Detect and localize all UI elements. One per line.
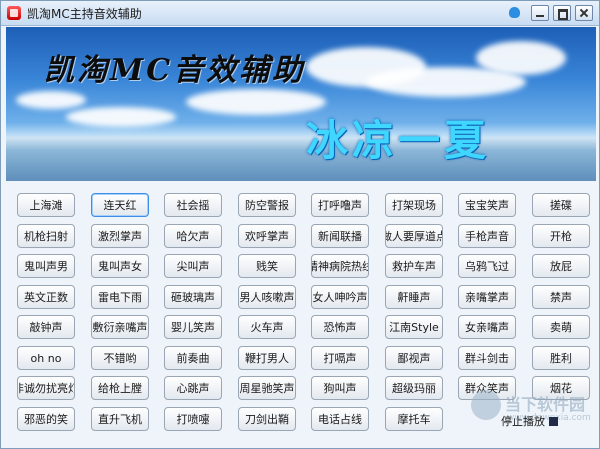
cloud-decoration [16,91,86,109]
sound-button[interactable]: 做人要厚道点 [385,224,443,248]
sound-button[interactable]: 敲钟声 [17,315,75,339]
sound-button[interactable]: 禁声 [532,285,590,309]
sound-button[interactable]: 防空警报 [238,193,296,217]
sound-button[interactable]: 砸玻璃声 [164,285,222,309]
sound-button[interactable]: 狗叫声 [311,376,369,400]
sound-button[interactable]: 搓碟 [532,193,590,217]
sound-button[interactable]: 鬼叫声女 [91,254,149,278]
sound-button[interactable]: 放屁 [532,254,590,278]
sound-button[interactable]: 非诚勿扰亮灯 [17,376,75,400]
cloud-decoration [476,41,566,75]
sound-button[interactable]: 尖叫声 [164,254,222,278]
sound-button[interactable]: 卖萌 [532,315,590,339]
maximize-button[interactable] [553,5,571,21]
sound-button[interactable]: 前奏曲 [164,346,222,370]
cloud-decoration [66,107,176,127]
sound-button[interactable]: 精神病院热线 [311,254,369,278]
sound-button[interactable]: 女人呻吟声 [311,285,369,309]
sound-button[interactable]: 社会摇 [164,193,222,217]
sound-button[interactable]: 打呼噜声 [311,193,369,217]
banner-image: 凯淘MC音效辅助 冰凉一夏 [6,27,596,181]
sound-button[interactable]: 亲嘴掌声 [458,285,516,309]
sound-button[interactable]: 超级玛丽 [385,376,443,400]
sound-button[interactable]: 机枪扫射 [17,224,75,248]
app-window: 凯淘MC主持音效辅助 凯淘MC音效辅助 冰凉一夏 上海滩 连天红 社会摇 防空警报 打呼… [0,0,600,449]
sound-button[interactable]: 邪恶的笑 [17,407,75,431]
sound-button[interactable]: 女亲嘴声 [458,315,516,339]
sound-button[interactable]: 胜利 [532,346,590,370]
stop-playback-label: 停止播放 [501,415,545,428]
sound-button[interactable]: 贱笑 [238,254,296,278]
sound-button[interactable]: 开枪 [532,224,590,248]
title-bar[interactable]: 凯淘MC主持音效辅助 [1,1,599,26]
sound-button[interactable]: 救护车声 [385,254,443,278]
sound-button[interactable]: 手枪声音 [458,224,516,248]
sound-button[interactable]: 打嗝声 [311,346,369,370]
sound-button[interactable]: 鬼叫声男 [17,254,75,278]
sound-button[interactable]: 鄙视声 [385,346,443,370]
sound-button[interactable]: 心跳声 [164,376,222,400]
sound-button[interactable]: 江南Style [385,315,443,339]
sound-button[interactable]: 激烈掌声 [91,224,149,248]
banner-title: 凯淘MC音效辅助 [44,53,306,88]
sound-button[interactable]: 欢呼掌声 [238,224,296,248]
sound-button[interactable]: 宝宝笑声 [458,193,516,217]
stop-icon [549,416,558,426]
skin-icon[interactable] [506,5,524,21]
cloud-decoration [186,89,326,115]
sound-button[interactable]: 男人咳嗽声 [238,285,296,309]
close-button[interactable] [575,5,593,21]
sound-button[interactable]: 刀剑出鞘 [238,407,296,431]
sound-button[interactable]: 不错哟 [91,346,149,370]
sound-button[interactable]: 鼾睡声 [385,285,443,309]
sound-button[interactable]: 哈欠声 [164,224,222,248]
watermark-logo-icon [471,390,501,420]
sound-button[interactable]: 火车声 [238,315,296,339]
sound-button[interactable]: 连天红 [91,193,149,217]
sound-button[interactable]: 上海滩 [17,193,75,217]
sound-button[interactable]: 新闻联播 [311,224,369,248]
sound-button[interactable]: 周星驰笑声 [238,376,296,400]
app-icon [7,6,21,20]
sound-button[interactable]: 群斗剑击 [458,346,516,370]
sound-button[interactable]: 打架现场 [385,193,443,217]
stop-playback-button[interactable]: 停止播放 [501,413,558,429]
sound-button[interactable]: 英文正数 [17,285,75,309]
sound-button[interactable]: 电话占线 [311,407,369,431]
watermark-text: 当下软件园 [505,395,586,414]
sound-button[interactable]: 敷衍亲嘴声 [91,315,149,339]
sound-button[interactable]: oh no [17,346,75,370]
banner-subtitle: 冰凉一夏 [306,116,491,165]
sound-button[interactable]: 乌鸦飞过 [458,254,516,278]
sound-button[interactable]: 摩托车 [385,407,443,431]
sound-button[interactable]: 恐怖声 [311,315,369,339]
window-title: 凯淘MC主持音效辅助 [27,7,142,21]
sound-button[interactable]: 鞭打男人 [238,346,296,370]
sound-button[interactable]: 直升飞机 [91,407,149,431]
minimize-button[interactable] [531,5,549,21]
sound-button[interactable]: 给枪上膛 [91,376,149,400]
sound-button[interactable]: 打喷嚏 [164,407,222,431]
sound-button[interactable]: 雷电下雨 [91,285,149,309]
sound-button[interactable]: 婴儿笑声 [164,315,222,339]
